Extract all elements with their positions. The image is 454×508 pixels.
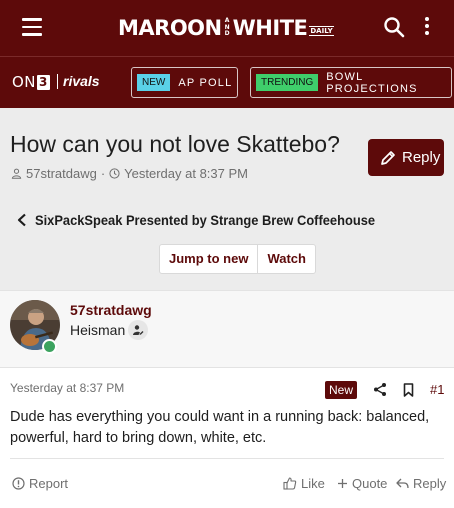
on3-logo[interactable]: ON 3	[12, 73, 50, 91]
pill-label: BOWL PROJECTIONS	[326, 70, 418, 95]
like-button[interactable]: Like	[283, 476, 325, 491]
bookmark-icon[interactable]	[403, 383, 414, 397]
reply-arrow-icon	[396, 478, 409, 489]
chevron-left-icon	[17, 213, 26, 227]
logo-word-left: MAROON	[118, 16, 222, 40]
quote-button[interactable]: Quote	[337, 476, 387, 491]
like-label: Like	[301, 476, 325, 491]
user-badge-icon	[128, 320, 148, 340]
pencil-icon	[381, 150, 395, 165]
thumbs-up-icon	[283, 477, 297, 490]
user-edit-icon	[133, 325, 144, 335]
logo-and: A N D	[224, 17, 230, 38]
report-icon	[12, 477, 25, 490]
jump-to-new-button[interactable]: Jump to new	[160, 245, 257, 273]
report-label: Report	[29, 476, 69, 491]
trending-tag: TRENDING	[256, 74, 319, 91]
thread-author[interactable]: 57stratdawg	[26, 166, 97, 181]
bowl-projections-link[interactable]: TRENDING BOWL PROJECTIONS	[250, 67, 452, 98]
hamburger-menu-icon[interactable]	[22, 18, 44, 36]
logo-daily: DAILY	[309, 26, 334, 36]
post-username[interactable]: 57stratdawg	[70, 302, 152, 318]
new-tag: NEW	[137, 74, 171, 91]
thread-meta: 57stratdawg · Yesterday at 8:37 PM	[11, 166, 248, 181]
user-title: Heisman	[70, 322, 126, 338]
plus-icon	[338, 479, 347, 488]
logo-divider	[57, 74, 58, 89]
post-date[interactable]: Yesterday at 8:37 PM	[10, 381, 124, 395]
new-badge: New	[325, 381, 358, 399]
post-user-block	[0, 290, 454, 368]
breadcrumb-forum-link[interactable]: SixPackSpeak Presented by Strange Brew C…	[16, 212, 405, 228]
divider	[0, 56, 454, 57]
pill-label: AP POLL	[178, 76, 233, 89]
thread-date[interactable]: Yesterday at 8:37 PM	[124, 166, 248, 181]
search-icon[interactable]	[383, 16, 405, 38]
thread-title: How can you not love Skattebo?	[10, 131, 340, 157]
post-number[interactable]: #1	[430, 382, 444, 397]
forum-name: SixPackSpeak Presented by Strange Brew C…	[35, 212, 376, 228]
reply-label: Reply	[402, 149, 441, 166]
ap-poll-link[interactable]: NEW AP POLL	[131, 67, 238, 98]
quote-label: Quote	[352, 476, 388, 491]
reply-label: Reply	[413, 476, 447, 491]
thread-button-group: Jump to new Watch	[159, 244, 316, 274]
divider	[10, 458, 444, 459]
share-icon[interactable]	[373, 382, 387, 397]
logo-word-right: WHITE	[232, 16, 308, 40]
online-status-icon	[42, 339, 57, 354]
meta-separator: ·	[100, 166, 106, 181]
rivals-logo[interactable]: rivals	[63, 73, 100, 89]
clock-icon	[109, 168, 120, 179]
user-icon	[11, 168, 22, 179]
report-button[interactable]: Report	[12, 476, 68, 491]
site-logo[interactable]: MAROON A N D WHITE DAILY	[118, 14, 334, 42]
post-reply-button[interactable]: Reply	[396, 476, 446, 491]
reply-button[interactable]: Reply	[368, 139, 444, 176]
post-body: Dude has everything you could want in a …	[10, 409, 430, 446]
watch-button[interactable]: Watch	[257, 245, 315, 273]
more-options-icon[interactable]	[423, 17, 431, 39]
